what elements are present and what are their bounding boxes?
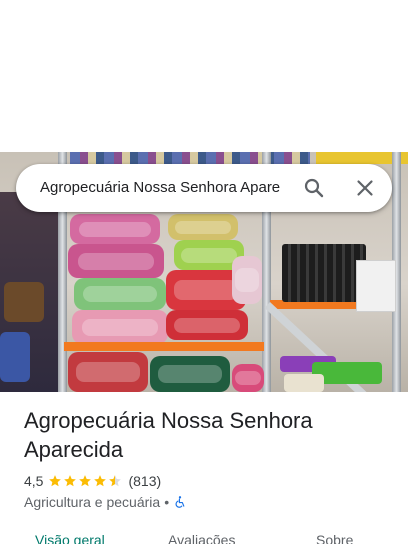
star-icon [109, 475, 122, 487]
search-bar[interactable]: Agropecuária Nossa Senhora Apare [16, 164, 392, 212]
place-title: Agropecuária Nossa Senhora Aparecida [24, 408, 313, 462]
photo-pet-bed [150, 356, 230, 392]
rating-stars [48, 474, 123, 488]
rating-value: 4,5 [24, 473, 44, 489]
search-icon-glyph [304, 178, 324, 198]
wheelchair-accessibility-icon[interactable] [173, 495, 187, 509]
star-icon [79, 475, 92, 487]
search-input[interactable]: Agropecuária Nossa Senhora Apare [40, 178, 302, 198]
star-icon [64, 475, 77, 487]
photo-pet-bed [232, 256, 262, 304]
wheelchair-icon-glyph [175, 496, 185, 508]
blank-area [0, 0, 408, 152]
rating-row[interactable]: 4,5 (813) [24, 472, 161, 490]
place-tabs: Visão geral Avaliações Sobre [0, 528, 408, 544]
photo-left-item [0, 332, 30, 382]
close-icon[interactable] [353, 176, 377, 200]
photo-left-item [4, 282, 44, 322]
photo-pet-bed [68, 244, 164, 278]
tab-visao-geral[interactable]: Visão geral [35, 532, 105, 544]
photo-pet-bed [232, 364, 264, 392]
photo-pet-bed [70, 214, 160, 244]
review-count[interactable]: (813) [128, 473, 161, 489]
search-icon[interactable] [302, 176, 326, 200]
separator-dot: • [164, 494, 170, 510]
photo-pet-bed [72, 310, 168, 344]
photo-orange-shelf [64, 342, 264, 351]
close-icon-glyph [357, 180, 373, 196]
category-row: Agricultura e pecuária • [24, 493, 187, 511]
tab-sobre[interactable]: Sobre [316, 532, 353, 544]
photo-pet-bed [168, 214, 238, 240]
photo-pet-bed [74, 278, 166, 310]
star-icon [94, 475, 107, 487]
photo-white-box [356, 260, 396, 312]
star-icon [49, 475, 62, 487]
photo-black-crate [282, 244, 366, 302]
photo-plastic-tub [284, 374, 324, 392]
photo-pet-bed [68, 352, 148, 392]
place-category[interactable]: Agricultura e pecuária [24, 494, 160, 510]
tab-avaliacoes[interactable]: Avaliações [168, 532, 235, 544]
photo-pet-bed [166, 310, 248, 340]
